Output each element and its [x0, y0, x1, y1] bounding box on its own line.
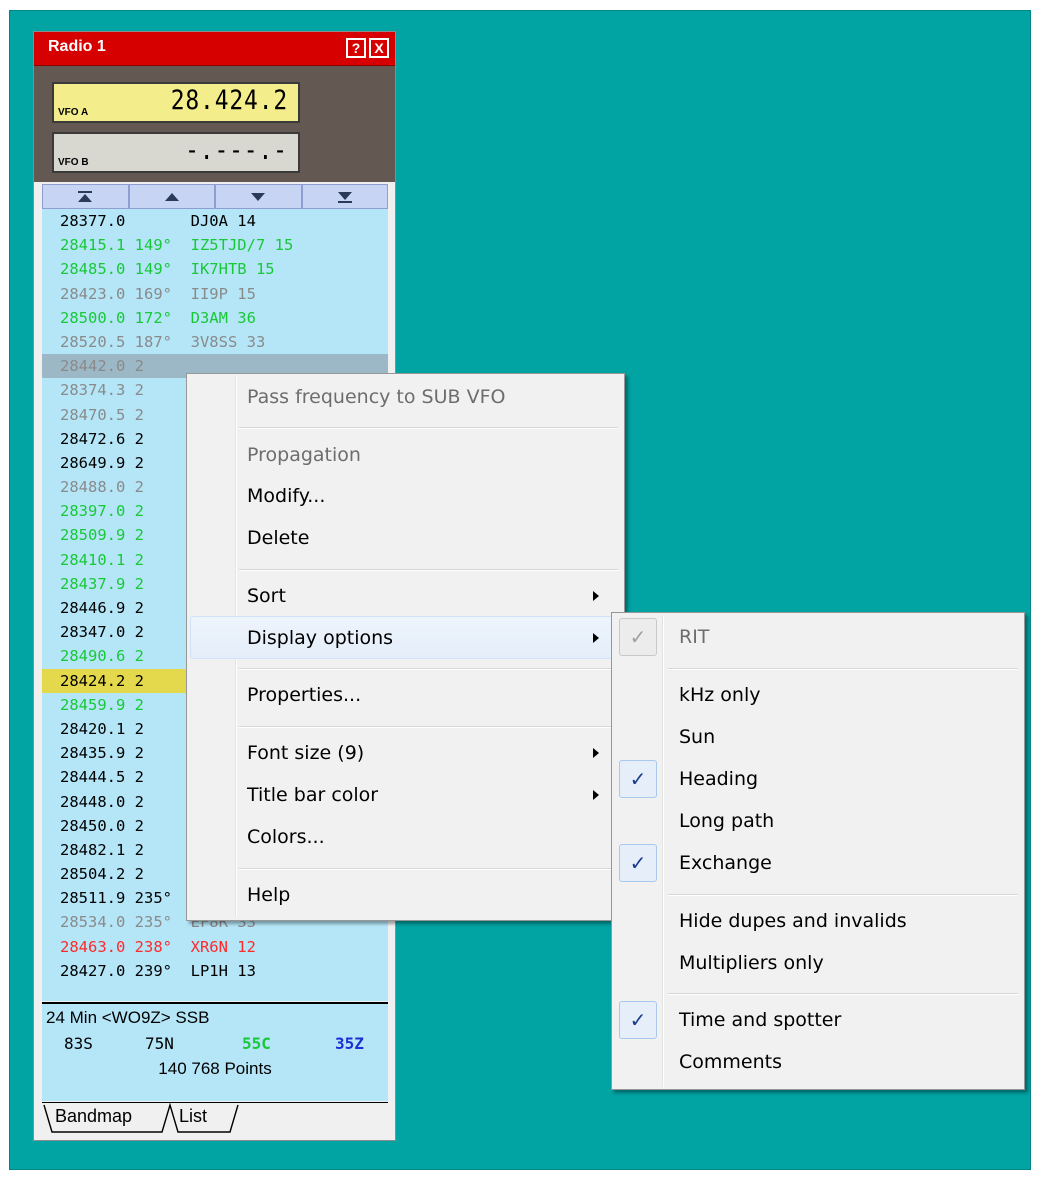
vfo-b-display[interactable]: VFO B -.---.-	[52, 132, 300, 173]
display-options-submenu: ✓ RIT kHz only Sun ✓ Heading Long path ✓…	[611, 612, 1025, 1090]
count-z: 35Z	[335, 1034, 364, 1053]
menu-item-exchange[interactable]: Exchange	[679, 844, 772, 882]
points-total: 140 768 Points	[158, 1059, 272, 1078]
spot-row[interactable]: 28427.0 239° LP1H 13	[42, 959, 388, 983]
scroll-arrow-bar	[42, 184, 388, 209]
menu-item-modify[interactable]: Modify...	[247, 477, 325, 515]
submenu-arrow-icon	[593, 633, 599, 643]
spot-row[interactable]: 28463.0 238° XR6N 12	[42, 935, 388, 959]
vfo-panel: VFO A 28.424.2 VFO B -.---.-	[34, 66, 395, 182]
scroll-down-button[interactable]	[215, 184, 302, 209]
menu-item-comments[interactable]: Comments	[679, 1043, 782, 1081]
menu-separator	[239, 726, 618, 728]
close-icon: X	[374, 40, 384, 56]
help-button[interactable]: ?	[346, 38, 366, 58]
menu-item-multipliers-only[interactable]: Multipliers only	[679, 944, 824, 982]
help-icon: ?	[351, 40, 361, 56]
menu-item-propagation[interactable]: Propagation	[247, 436, 361, 474]
menu-item-sort[interactable]: Sort	[247, 577, 286, 615]
menu-separator	[668, 894, 1018, 896]
rit-check-icon: ✓	[619, 618, 657, 656]
spot-row[interactable]: 28520.5 187° 3V8SS 33	[42, 330, 388, 354]
spot-row[interactable]: 28377.0 DJ0A 14	[42, 209, 388, 233]
menu-item-long-path[interactable]: Long path	[679, 802, 774, 840]
exchange-check-icon: ✓	[619, 844, 657, 882]
menu-separator	[239, 569, 618, 571]
top-arrow-icon	[78, 190, 93, 202]
spot-row[interactable]: 28423.0 169° II9P 15	[42, 282, 388, 306]
menu-item-rit[interactable]: RIT	[679, 618, 709, 656]
heading-check-icon: ✓	[619, 760, 657, 798]
menu-item-pass-frequency[interactable]: Pass frequency to SUB VFO	[247, 378, 505, 416]
close-button[interactable]: X	[369, 38, 389, 58]
menu-separator	[239, 668, 618, 670]
context-menu: Pass frequency to SUB VFO Propagation Mo…	[186, 373, 625, 921]
menu-item-help[interactable]: Help	[247, 876, 290, 914]
status-panel: 24 Min <WO9Z> SSB 83S 75N 55C 35Z 140 76…	[42, 1002, 388, 1101]
window-title: Radio 1	[48, 38, 106, 55]
vfo-a-display[interactable]: VFO A 28.424.2	[52, 82, 300, 123]
menu-item-time-and-spotter[interactable]: Time and spotter	[679, 1001, 841, 1039]
menu-item-sun[interactable]: Sun	[679, 718, 715, 756]
submenu-arrow-icon	[593, 790, 599, 800]
submenu-arrow-icon	[593, 591, 599, 601]
count-c: 55C	[242, 1034, 271, 1053]
scroll-up-button[interactable]	[128, 184, 215, 209]
vfo-a-label: VFO A	[58, 107, 89, 118]
menu-item-hide-dupes[interactable]: Hide dupes and invalids	[679, 902, 907, 940]
menu-item-properties[interactable]: Properties...	[247, 676, 361, 714]
scroll-top-button[interactable]	[42, 184, 129, 209]
spot-row[interactable]: 28485.0 149° IK7HTB 15	[42, 257, 388, 281]
up-arrow-icon	[164, 192, 179, 201]
menu-item-colors[interactable]: Colors...	[247, 818, 325, 856]
status-line: 24 Min <WO9Z> SSB	[46, 1008, 210, 1027]
count-s: 83S	[64, 1034, 93, 1053]
spot-row[interactable]: 28500.0 172° D3AM 36	[42, 306, 388, 330]
menu-item-delete[interactable]: Delete	[247, 519, 309, 557]
scroll-bottom-button[interactable]	[301, 184, 388, 209]
menu-separator	[668, 993, 1018, 995]
tab-bandmap[interactable]: Bandmap	[55, 1106, 132, 1127]
down-arrow-icon	[251, 192, 266, 201]
menu-separator	[239, 868, 618, 870]
submenu-arrow-icon	[593, 748, 599, 758]
bottom-arrow-icon	[337, 191, 352, 203]
vfo-b-frequency: -.---.-	[185, 135, 288, 166]
title-bar[interactable]: Radio 1 ? X	[34, 32, 395, 66]
tab-strip: Bandmap List	[42, 1102, 388, 1135]
menu-gutter	[662, 615, 664, 1087]
vfo-b-label: VFO B	[58, 157, 89, 168]
menu-item-display-options-label: Display options	[247, 627, 394, 649]
menu-item-khz-only[interactable]: kHz only	[679, 676, 761, 714]
tab-list[interactable]: List	[179, 1106, 207, 1127]
menu-separator	[668, 668, 1018, 670]
count-n: 75N	[145, 1034, 174, 1053]
menu-item-title-bar-color[interactable]: Title bar color	[247, 776, 378, 814]
multiplier-counts: 83S 75N 55C 35Z	[42, 1034, 388, 1058]
spot-row[interactable]: 28415.1 149° IZ5TJD/7 15	[42, 233, 388, 257]
time-spotter-check-icon: ✓	[619, 1001, 657, 1039]
menu-item-font-size[interactable]: Font size (9)	[247, 734, 364, 772]
menu-item-heading[interactable]: Heading	[679, 760, 758, 798]
vfo-a-frequency: 28.424.2	[170, 85, 288, 116]
menu-separator	[239, 427, 618, 429]
